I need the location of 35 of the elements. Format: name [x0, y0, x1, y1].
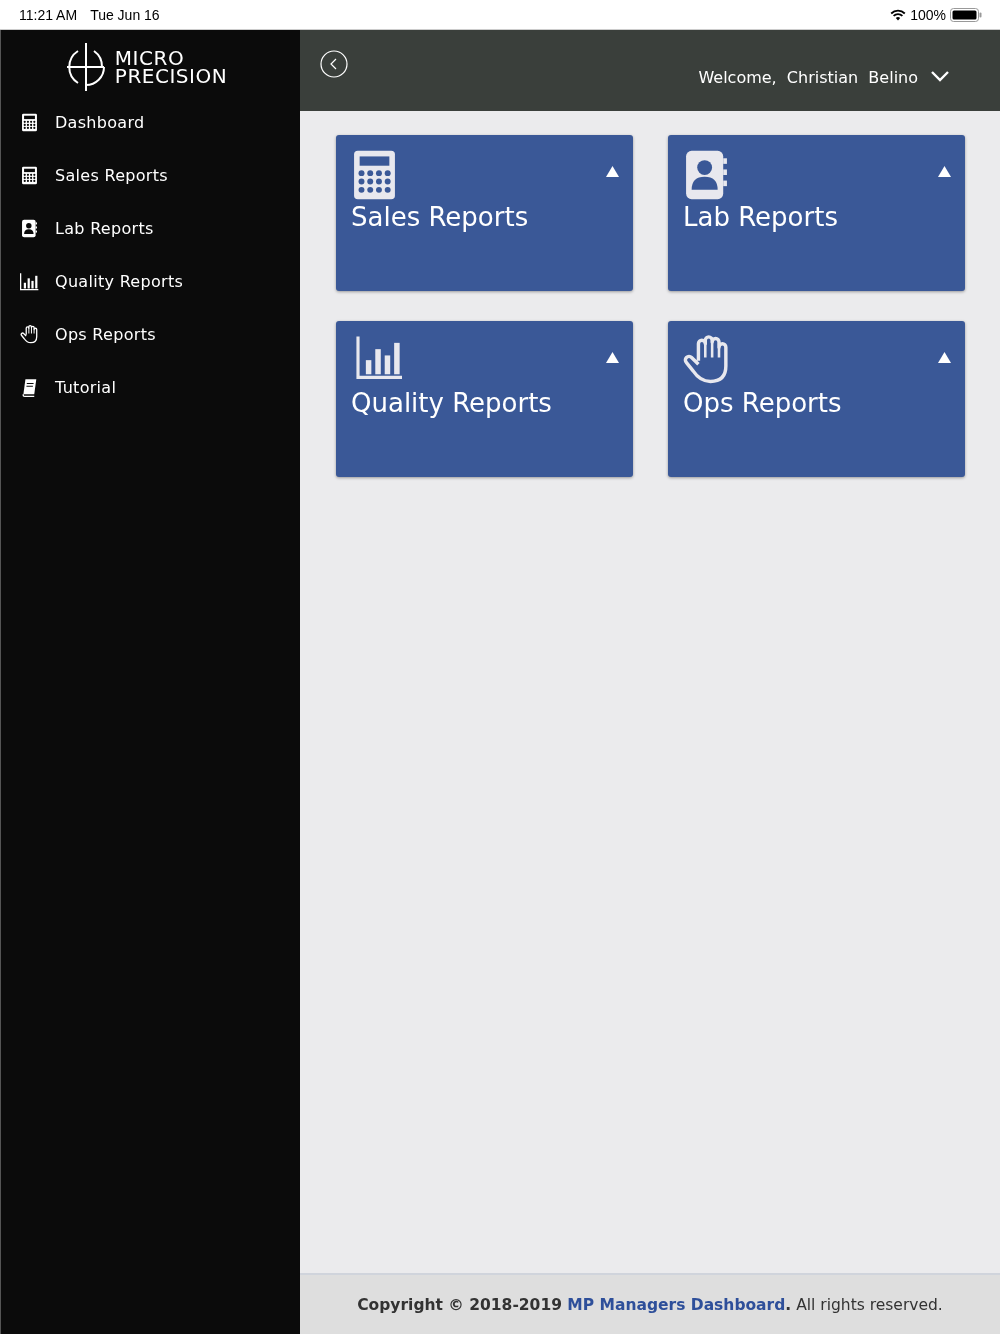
- card-title: Ops Reports: [683, 388, 843, 418]
- report-card[interactable]: Sales Reports: [336, 135, 633, 291]
- card-title: Quality Reports: [351, 388, 553, 418]
- contact-book-icon: [683, 149, 730, 201]
- footer-link[interactable]: MP Managers Dashboard: [567, 1295, 786, 1314]
- wifi-icon: [890, 8, 907, 21]
- sidebar-item[interactable]: Ops Reports: [1, 308, 300, 361]
- report-card[interactable]: Quality Reports: [336, 321, 633, 477]
- logo-text: PRECISION: [114, 67, 228, 85]
- sidebar-item[interactable]: Dashboard: [1, 96, 300, 149]
- sidebar-item[interactable]: Quality Reports: [1, 255, 300, 308]
- calculator-icon: [20, 166, 39, 185]
- report-card[interactable]: Ops Reports: [668, 321, 965, 477]
- sidebar-item[interactable]: Lab Reports: [1, 202, 300, 255]
- copyright-text: Copyright © 2018-2019 MP Managers Dashboard. All rights reserved.: [357, 1295, 943, 1314]
- status-time: 11:21 AM: [19, 6, 78, 23]
- status-date: Tue Jun 16: [90, 6, 160, 23]
- card-title: Lab Reports: [683, 202, 839, 232]
- hand-icon: [20, 325, 39, 344]
- calculator-icon: [351, 149, 398, 201]
- calculator-icon: [20, 113, 39, 132]
- bar-chart-icon: [20, 272, 39, 291]
- user-menu[interactable]: Welcome, Christian Belino: [698, 68, 950, 87]
- book-icon: [20, 378, 39, 397]
- contact-book-icon: [20, 219, 39, 238]
- report-card[interactable]: Lab Reports: [668, 135, 965, 291]
- hand-icon: [683, 335, 731, 385]
- card-title: Sales Reports: [351, 202, 530, 232]
- back-button[interactable]: [319, 50, 349, 80]
- sidebar-item[interactable]: Sales Reports: [1, 149, 300, 202]
- battery-percent: 100%: [910, 6, 946, 23]
- chevron-down-icon: [930, 70, 950, 82]
- logo-text: MICRO: [114, 49, 185, 67]
- battery-icon: [950, 7, 982, 22]
- sidebar-item[interactable]: Tutorial: [1, 361, 300, 414]
